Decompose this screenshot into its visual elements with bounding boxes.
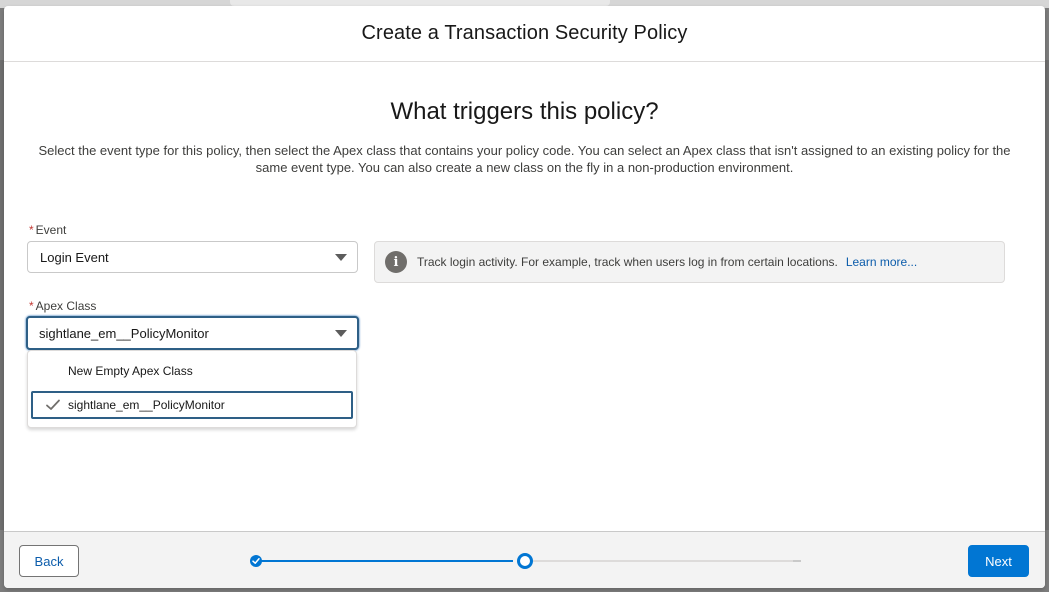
step-description: Select the event type for this policy, t…	[38, 143, 1011, 175]
apex-class-label: * Apex Class	[29, 299, 96, 313]
progress-bar-complete	[261, 560, 513, 562]
learn-more-link[interactable]: Learn more...	[846, 255, 917, 269]
event-select[interactable]: Login Event	[27, 241, 358, 273]
info-icon: i	[385, 251, 407, 273]
modal-title: Create a Transaction Security Policy	[361, 22, 688, 44]
apex-class-dropdown: New Empty Apex Class sightlane_em__Polic…	[27, 350, 357, 428]
background-right-edge	[1045, 60, 1049, 530]
modal-dialog: Create a Transaction Security Policy Wha…	[4, 6, 1045, 588]
event-label-text: Event	[35, 223, 67, 237]
progress-bar-remaining	[533, 560, 795, 562]
event-info-box: i Track login activity. For example, tra…	[374, 241, 1005, 283]
step-current-indicator[interactable]	[517, 553, 533, 569]
chevron-down-icon	[335, 330, 347, 337]
progress-indicator	[249, 553, 809, 569]
step-upcoming-indicator[interactable]	[793, 560, 801, 562]
chevron-down-icon	[335, 254, 347, 261]
apex-class-select-value: sightlane_em__PolicyMonitor	[39, 325, 209, 341]
apex-class-select[interactable]: sightlane_em__PolicyMonitor	[26, 316, 359, 350]
modal-footer: Back Next	[4, 531, 1045, 588]
event-select-value: Login Event	[40, 249, 109, 265]
event-label: * Event	[29, 223, 66, 237]
apex-class-label-text: Apex Class	[35, 299, 97, 313]
back-button[interactable]: Back	[19, 545, 79, 577]
option-label: New Empty Apex Class	[68, 364, 193, 378]
option-label: sightlane_em__PolicyMonitor	[68, 398, 225, 412]
step-heading: What triggers this policy?	[390, 98, 659, 125]
required-marker: *	[29, 299, 34, 313]
modal-header: Create a Transaction Security Policy	[4, 6, 1045, 62]
check-icon	[252, 558, 260, 564]
step-complete-icon[interactable]	[250, 555, 262, 567]
option-new-empty-apex-class[interactable]: New Empty Apex Class	[29, 357, 355, 385]
next-button[interactable]: Next	[968, 545, 1029, 577]
option-policy-monitor[interactable]: sightlane_em__PolicyMonitor	[31, 391, 353, 419]
check-icon	[46, 399, 60, 410]
modal-body: What triggers this policy? Select the ev…	[4, 62, 1045, 531]
required-marker: *	[29, 223, 34, 237]
event-info-text: Track login activity. For example, track…	[417, 255, 838, 269]
